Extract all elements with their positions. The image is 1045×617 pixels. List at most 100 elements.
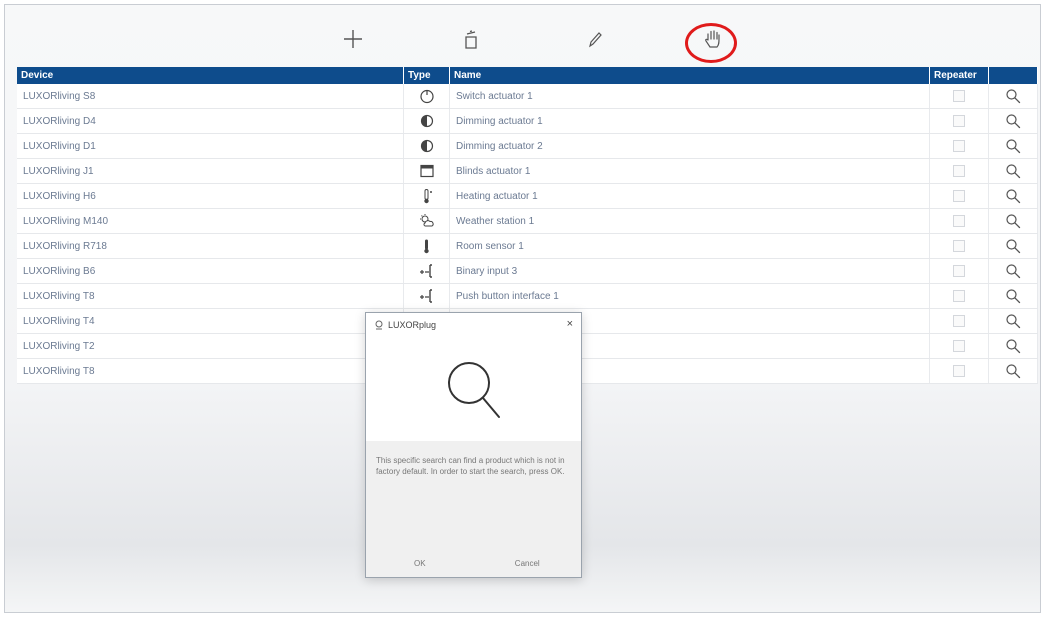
repeater-checkbox[interactable] xyxy=(953,340,965,352)
repeater-checkbox[interactable] xyxy=(953,115,965,127)
column-header-name[interactable]: Name xyxy=(450,67,930,84)
table-row[interactable]: LUXORliving D4 Dimming actuator 1 xyxy=(17,109,1038,134)
table-row[interactable]: LUXORliving R718 Room sensor 1 xyxy=(17,234,1038,259)
repeater-cell xyxy=(930,284,989,308)
repeater-checkbox[interactable] xyxy=(953,265,965,277)
repeater-checkbox[interactable] xyxy=(953,90,965,102)
edit-button[interactable] xyxy=(573,21,617,57)
binary-input-icon xyxy=(404,284,450,308)
switch-actuator-icon xyxy=(404,84,450,108)
repeater-checkbox[interactable] xyxy=(953,190,965,202)
repeater-checkbox[interactable] xyxy=(953,365,965,377)
repeater-cell xyxy=(930,159,989,183)
repeater-cell xyxy=(930,109,989,133)
dialog-buttons: OK Cancel xyxy=(366,549,581,577)
repeater-checkbox[interactable] xyxy=(953,315,965,327)
blinds-actuator-icon xyxy=(404,159,450,183)
search-device-button[interactable] xyxy=(989,109,1038,133)
device-cell: LUXORliving H6 xyxy=(17,184,404,208)
device-cell: LUXORliving D4 xyxy=(17,109,404,133)
column-header-device[interactable]: Device xyxy=(17,67,404,84)
highlight-ring xyxy=(685,23,737,63)
repeater-cell xyxy=(930,184,989,208)
repeater-checkbox[interactable] xyxy=(953,140,965,152)
magnifier-icon xyxy=(1005,288,1021,304)
repeater-checkbox[interactable] xyxy=(953,290,965,302)
name-cell[interactable]: Dimming actuator 2 xyxy=(450,134,930,158)
device-cell: LUXORliving D1 xyxy=(17,134,404,158)
table-row[interactable]: LUXORliving T8 Push button interface 1 xyxy=(17,284,1038,309)
search-device-button[interactable] xyxy=(989,284,1038,308)
magnifier-icon xyxy=(1005,163,1021,179)
magnifier-icon xyxy=(1005,213,1021,229)
table-row[interactable]: LUXORliving J1 Blinds actuator 1 xyxy=(17,159,1038,184)
search-device-button[interactable] xyxy=(989,209,1038,233)
dialog-title-bar: LUXORplug xyxy=(366,313,581,337)
search-device-button[interactable] xyxy=(989,309,1038,333)
name-cell[interactable]: Switch actuator 1 xyxy=(450,84,930,108)
trash-icon xyxy=(465,30,477,49)
magnifier-icon xyxy=(1005,313,1021,329)
magnifier-icon xyxy=(1005,188,1021,204)
device-cell: LUXORliving B6 xyxy=(17,259,404,283)
table-row[interactable]: LUXORliving B6 Binary input 3 xyxy=(17,259,1038,284)
device-cell: LUXORliving T4 xyxy=(17,309,404,333)
magnifier-icon xyxy=(1005,263,1021,279)
table-row[interactable]: LUXORliving M140 Weather station 1 xyxy=(17,209,1038,234)
repeater-checkbox[interactable] xyxy=(953,165,965,177)
search-device-button[interactable] xyxy=(989,334,1038,358)
search-dialog: LUXORplug × This specific search can fin… xyxy=(365,312,582,578)
table-row[interactable]: LUXORliving S8 Switch actuator 1 xyxy=(17,84,1038,109)
magnifier-icon xyxy=(1005,138,1021,154)
repeater-cell xyxy=(930,234,989,258)
table-row[interactable]: LUXORliving H6 Heating actuator 1 xyxy=(17,184,1038,209)
repeater-cell xyxy=(930,359,989,383)
repeater-cell xyxy=(930,134,989,158)
toolbar xyxy=(15,17,1035,63)
name-cell[interactable]: Blinds actuator 1 xyxy=(450,159,930,183)
name-cell[interactable]: Room sensor 1 xyxy=(450,234,930,258)
column-header-type[interactable]: Type xyxy=(404,67,450,84)
name-cell[interactable]: Weather station 1 xyxy=(450,209,930,233)
repeater-cell xyxy=(930,309,989,333)
device-cell: LUXORliving R718 xyxy=(17,234,404,258)
repeater-cell xyxy=(930,334,989,358)
add-button[interactable] xyxy=(331,21,375,57)
magnifier-icon xyxy=(1005,88,1021,104)
search-device-button[interactable] xyxy=(989,234,1038,258)
dimming-actuator-icon xyxy=(404,109,450,133)
room-sensor-icon xyxy=(404,234,450,258)
repeater-cell xyxy=(930,259,989,283)
magnifier-large-icon xyxy=(366,353,583,429)
name-cell[interactable]: Dimming actuator 1 xyxy=(450,109,930,133)
ok-button[interactable]: OK xyxy=(366,549,474,577)
cancel-button[interactable]: Cancel xyxy=(474,549,582,577)
dialog-title: LUXORplug xyxy=(388,320,437,330)
search-device-button[interactable] xyxy=(989,159,1038,183)
dialog-close-button[interactable]: × xyxy=(567,318,573,330)
search-device-button[interactable] xyxy=(989,184,1038,208)
dialog-message: This specific search can find a product … xyxy=(366,441,581,551)
repeater-checkbox[interactable] xyxy=(953,215,965,227)
device-cell: LUXORliving M140 xyxy=(17,209,404,233)
search-device-button[interactable] xyxy=(989,84,1038,108)
device-cell: LUXORliving T8 xyxy=(17,359,404,383)
name-cell[interactable]: Binary input 3 xyxy=(450,259,930,283)
column-header-repeater[interactable]: Repeater xyxy=(930,67,989,84)
magnifier-icon xyxy=(1005,363,1021,379)
table-row[interactable]: LUXORliving D1 Dimming actuator 2 xyxy=(17,134,1038,159)
dimming-actuator-icon xyxy=(404,134,450,158)
table-header: Device Type Name Repeater xyxy=(17,67,1038,84)
magnifier-icon xyxy=(1005,338,1021,354)
heating-actuator-icon xyxy=(404,184,450,208)
search-device-button[interactable] xyxy=(989,359,1038,383)
device-cell: LUXORliving T8 xyxy=(17,284,404,308)
search-device-button[interactable] xyxy=(989,134,1038,158)
name-cell[interactable]: Heating actuator 1 xyxy=(450,184,930,208)
name-cell[interactable]: Push button interface 1 xyxy=(450,284,930,308)
search-device-button[interactable] xyxy=(989,259,1038,283)
repeater-checkbox[interactable] xyxy=(953,240,965,252)
device-cell: LUXORliving S8 xyxy=(17,84,404,108)
column-header-search xyxy=(989,67,1038,84)
delete-button[interactable] xyxy=(449,21,493,57)
